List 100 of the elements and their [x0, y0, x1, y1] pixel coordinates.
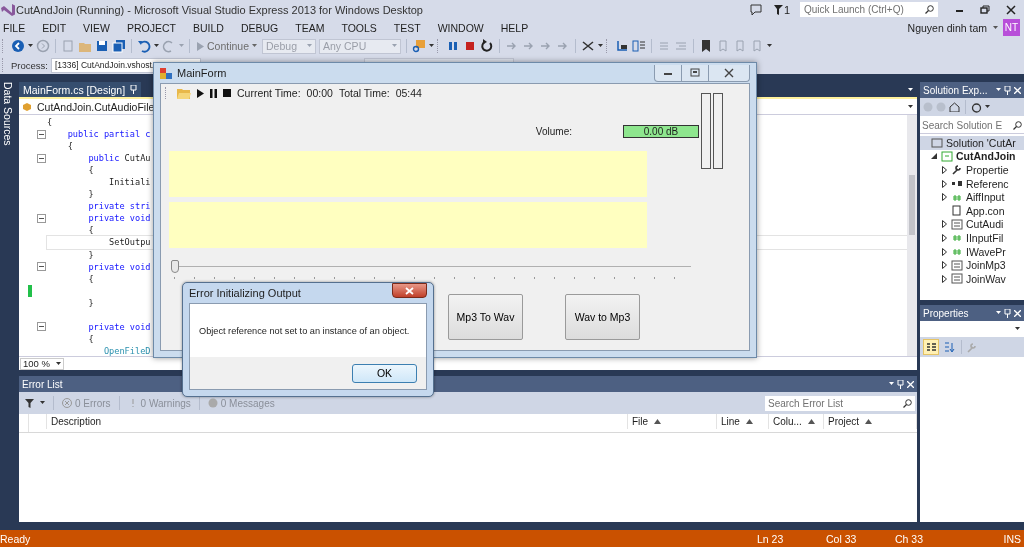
menu-item[interactable]: TEAM — [292, 21, 332, 34]
pin-icon[interactable] — [1004, 85, 1011, 95]
continue-button[interactable]: Continue — [195, 40, 260, 52]
time-label: Total Time: — [338, 87, 390, 99]
pin-icon[interactable] — [130, 85, 138, 94]
undo-icon[interactable] — [137, 39, 151, 53]
search-field[interactable]: Search Solution E — [920, 118, 1024, 134]
column-header[interactable]: Line — [717, 414, 769, 429]
convert-button[interactable]: Mp3 To Wav — [448, 294, 523, 340]
tree-item[interactable]: Propertie — [940, 163, 1024, 177]
close-button[interactable] — [392, 283, 427, 298]
collapse-icon[interactable] — [37, 153, 46, 163]
sort-arrow-icon — [807, 418, 815, 424]
solution-icon — [931, 137, 943, 149]
close-icon[interactable] — [724, 67, 734, 78]
play-icon[interactable] — [197, 88, 204, 98]
caret-icon[interactable] — [429, 44, 435, 48]
form-icon — [951, 218, 963, 230]
caret-icon[interactable] — [985, 105, 990, 109]
caret-icon[interactable] — [598, 44, 604, 48]
caret-icon[interactable] — [28, 44, 33, 48]
categorized-button[interactable] — [923, 339, 939, 355]
user-avatar[interactable]: NT — [1003, 19, 1020, 36]
save-all-icon[interactable] — [112, 39, 126, 53]
sync-icon[interactable] — [971, 101, 982, 113]
collapse-icon[interactable] — [37, 213, 46, 223]
pin-icon[interactable] — [897, 379, 904, 389]
back-icon[interactable] — [11, 39, 25, 53]
tree-item[interactable]: Solution 'CutAr — [920, 136, 1024, 150]
save-icon[interactable] — [95, 39, 109, 53]
pause-icon[interactable] — [210, 88, 217, 98]
tree-item[interactable]: CutAudi — [940, 217, 1024, 232]
maximize-icon[interactable] — [690, 67, 700, 78]
menu-item[interactable]: BUILD — [189, 21, 231, 34]
caret-icon[interactable] — [993, 25, 998, 30]
menu-item[interactable]: PROJECT — [123, 21, 183, 34]
caret-icon[interactable] — [996, 88, 1001, 92]
scrollbar[interactable] — [907, 115, 917, 356]
menu-item[interactable]: TOOLS — [338, 21, 384, 34]
ok-button[interactable]: OK — [352, 363, 417, 383]
line-number: Ln 23 — [757, 532, 785, 545]
column-header[interactable]: Description — [47, 414, 628, 429]
notification-count[interactable]: 1 — [783, 3, 790, 16]
navigation-dropdown[interactable]: CutAndJoin.CutAudioFile — [19, 100, 155, 113]
caret-icon[interactable] — [889, 382, 894, 386]
caret-icon[interactable] — [40, 401, 45, 405]
data-sources-tab[interactable]: Data Sources — [2, 82, 14, 146]
menu-item[interactable]: VIEW — [80, 21, 117, 34]
status-message: Ready — [0, 532, 32, 545]
change-marker — [28, 284, 32, 297]
menu-item[interactable]: EDIT — [39, 21, 74, 34]
caret-icon[interactable] — [908, 87, 913, 92]
tree-item[interactable]: JoinWav — [940, 271, 1024, 286]
document-tab[interactable]: MainForm.cs [Design] — [19, 82, 142, 97]
menu-item[interactable]: TEST — [390, 21, 428, 34]
caret-icon[interactable] — [56, 361, 61, 366]
close-icon[interactable] — [1006, 4, 1016, 15]
config-file-icon — [951, 205, 963, 217]
flag-icon — [773, 4, 783, 15]
column-header[interactable]: Project — [824, 414, 917, 429]
restore-icon[interactable] — [980, 4, 990, 15]
quick-launch-field[interactable]: Quick Launch (Ctrl+Q) — [800, 2, 938, 17]
collapse-icon[interactable] — [37, 129, 46, 139]
filter-icon[interactable] — [25, 398, 34, 408]
collapse-icon[interactable] — [931, 153, 937, 160]
caret-icon[interactable] — [1015, 327, 1020, 331]
tree-item[interactable]: Referenc — [940, 176, 1024, 191]
caret-icon[interactable] — [908, 104, 913, 109]
collapse-icon[interactable] — [37, 322, 46, 332]
code-line: private void — [87, 212, 151, 225]
tree-item[interactable]: CutAndJoin — [930, 149, 1024, 164]
home-icon[interactable] — [949, 102, 960, 112]
user-name[interactable]: Nguyen dinh tam — [907, 21, 987, 34]
restart-icon[interactable] — [480, 39, 495, 53]
sort-icon — [943, 341, 955, 353]
menu-item[interactable]: DEBUG — [237, 21, 286, 34]
tree-item[interactable]: IInputFil — [940, 231, 1024, 245]
code-line: { — [87, 332, 94, 345]
collapse-icon[interactable] — [37, 262, 46, 272]
find-icon[interactable] — [412, 39, 427, 53]
zoom-dropdown[interactable]: 100 % — [20, 357, 64, 370]
menu-item[interactable]: HELP — [497, 21, 536, 34]
feedback-icon[interactable] — [749, 3, 762, 16]
pin-icon[interactable] — [1004, 308, 1011, 318]
menu-item[interactable]: WINDOW — [434, 21, 491, 34]
slider-thumb[interactable] — [171, 260, 179, 273]
tree-item[interactable]: App.con — [940, 203, 1024, 218]
tree-item[interactable]: IWavePr — [940, 244, 1024, 259]
tree-item[interactable]: JoinMp3 — [940, 258, 1024, 272]
caret-icon[interactable] — [767, 44, 773, 48]
error-message: Object reference not set to an instance of an object. — [190, 304, 426, 357]
menu-item[interactable]: FILE — [0, 21, 33, 34]
caret-icon[interactable] — [154, 44, 159, 48]
column-header[interactable]: File — [628, 414, 717, 429]
caret-icon[interactable] — [996, 311, 1001, 315]
column-header[interactable]: Colu... — [769, 414, 824, 429]
tree-item[interactable]: AiffInput — [940, 190, 1024, 204]
convert-button[interactable]: Wav to Mp3 — [565, 294, 640, 340]
search-field[interactable]: Search Error List — [765, 395, 915, 411]
code-line: } — [87, 296, 94, 309]
